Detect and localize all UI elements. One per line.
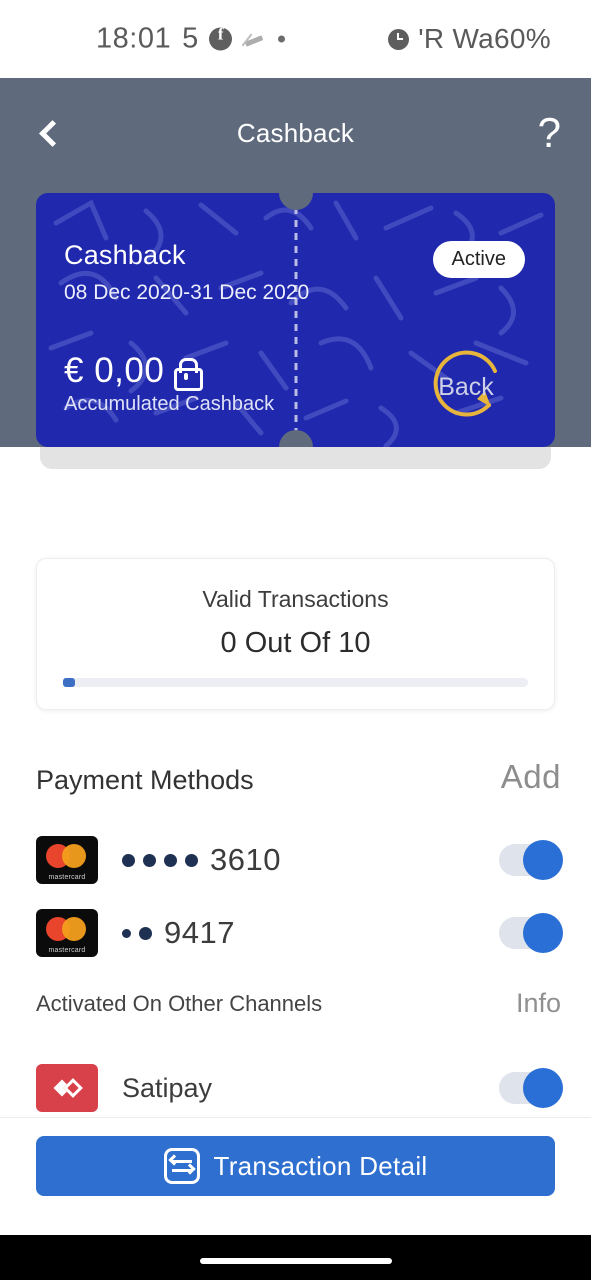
cashback-icon-label: Back	[438, 373, 494, 401]
section-divider	[0, 1117, 591, 1118]
card-amount-row: € 0,00	[64, 351, 204, 391]
lock-icon	[174, 357, 204, 391]
status-battery: 'R Wa60%	[418, 23, 551, 54]
facebook-icon	[209, 25, 233, 51]
home-indicator[interactable]	[199, 1258, 392, 1264]
status-time: 18:01	[96, 22, 172, 55]
card-last-four: 3610	[210, 842, 281, 877]
other-channel-row[interactable]: Satipay	[36, 1052, 563, 1124]
card-mask-dots	[122, 853, 198, 867]
valid-transactions-card: Valid Transactions 0 Out Of 10	[36, 558, 555, 710]
app-header: Cashback ?	[0, 78, 591, 188]
card-right-section: Active Back	[387, 193, 537, 447]
valid-transactions-progress-track	[63, 678, 528, 687]
cashback-circular-arrow-icon: Back	[417, 341, 515, 425]
status-badge: Active	[432, 241, 525, 278]
payment-method-toggle[interactable]	[499, 840, 563, 880]
status-bar-right: 'R Wa60%	[388, 23, 551, 55]
transaction-exchange-icon	[163, 1148, 200, 1184]
dot-icon	[278, 35, 286, 43]
other-channels-header: Activated On Other Channels Info	[36, 988, 561, 1019]
valid-transactions-title: Valid Transactions	[202, 586, 389, 612]
alarm-clock-icon	[388, 28, 410, 50]
help-button[interactable]: ?	[538, 112, 561, 154]
card-title: Cashback	[64, 240, 186, 270]
payment-method-toggle[interactable]	[499, 913, 563, 953]
valid-transactions-progress-fill	[63, 678, 75, 687]
other-channels-title: Activated On Other Channels	[36, 990, 323, 1016]
card-left-section: Cashback 08 Dec 2020-31 Dec 2020 € 0,00 …	[64, 193, 394, 447]
card-amount-label: Accumulated Cashback	[64, 393, 275, 415]
cashback-ticket[interactable]: Cashback 08 Dec 2020-31 Dec 2020 € 0,00 …	[36, 193, 555, 447]
card-stack-peek[interactable]	[40, 447, 551, 469]
phone-screen: 18:01 5 'R Wa60% Cashback ?	[0, 0, 591, 1280]
payment-methods-title: Payment Methods	[36, 765, 254, 795]
valid-transactions-count: 0 Out Of 10	[220, 627, 371, 659]
payment-methods-header: Payment Methods Add	[36, 758, 561, 796]
payment-method-row[interactable]: mastercard 9417	[36, 897, 563, 969]
status-bar-left: 18:01 5	[96, 22, 286, 56]
add-payment-method-button[interactable]: Add	[501, 758, 561, 796]
payment-method-row[interactable]: mastercard 3610	[36, 824, 563, 896]
other-channel-toggle[interactable]	[499, 1068, 563, 1108]
mastercard-logo-text: mastercard	[48, 874, 86, 881]
card-amount: € 0,00	[64, 351, 165, 390]
back-button[interactable]	[26, 110, 72, 156]
card-mask-dots	[122, 926, 152, 940]
page-title: Cashback	[236, 117, 355, 148]
notifications-muted-icon	[243, 29, 267, 49]
system-navigation-bar	[0, 1235, 591, 1280]
satispay-logo-icon	[36, 1064, 98, 1112]
mastercard-logo-icon: mastercard	[36, 836, 98, 884]
cashback-card[interactable]: Cashback 08 Dec 2020-31 Dec 2020 € 0,00 …	[36, 193, 555, 447]
transaction-detail-button[interactable]: Transaction Detail	[36, 1136, 555, 1196]
other-channels-info-button[interactable]: Info	[516, 988, 561, 1019]
mastercard-logo-text: mastercard	[48, 947, 86, 954]
card-date-range: 08 Dec 2020-31 Dec 2020	[64, 281, 310, 304]
transaction-detail-label: Transaction Detail	[213, 1150, 428, 1181]
mastercard-logo-icon: mastercard	[36, 909, 98, 957]
status-notification-count: 5	[182, 22, 199, 55]
other-channel-name: Satipay	[122, 1072, 213, 1103]
chevron-left-icon	[38, 119, 66, 147]
card-last-four: 9417	[164, 915, 235, 950]
status-bar: 18:01 5 'R Wa60%	[0, 0, 591, 78]
